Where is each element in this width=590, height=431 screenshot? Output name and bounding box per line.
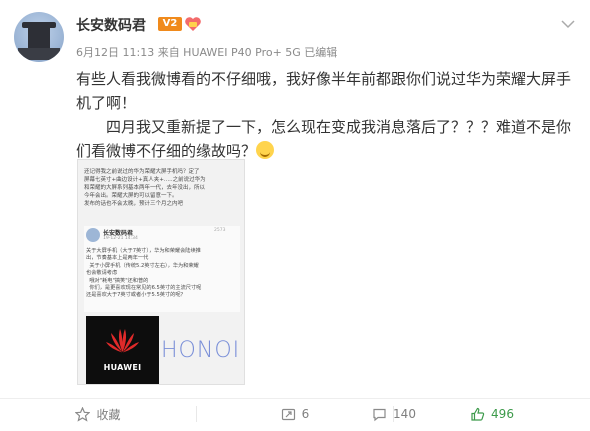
comment-icon — [373, 408, 386, 421]
honor-wordmark: HONOI — [161, 338, 241, 363]
post-meta: 6月12日 11:13 来自 HUAWEI P40 Pro+ 5G 已编辑 — [76, 46, 338, 59]
embedded-stat: 2573 — [214, 228, 226, 233]
like-button[interactable]: 496 — [394, 400, 590, 428]
post-paragraph-2: 四月我又重新提了一下，怎么现在变成我消息落后了？？？难道不是你们看微博不仔细的缘… — [76, 115, 576, 163]
repost-icon — [281, 408, 295, 420]
star-icon — [75, 406, 91, 422]
embedded-top-text: 还记得我之前说过的华为荣耀大屏手机吗？定了 屏幕七英寸+曲边设计+真人夹+...… — [84, 169, 206, 207]
shy-face-emoji-icon — [256, 141, 275, 159]
embedded-avatar — [86, 228, 100, 242]
thumbs-up-icon — [471, 407, 485, 421]
level-badge: V2 — [158, 17, 182, 31]
post-paragraph-1: 有些人看我微博看的不仔细哦，我好像半年前都跟你们说过华为荣耀大屏手机了啊！ — [76, 70, 572, 112]
huawei-logo-panel: HUAWEI — [86, 316, 159, 384]
huawei-wordmark: HUAWEI — [103, 363, 142, 372]
avatar[interactable] — [14, 12, 64, 62]
honor-logo-panel: HONOI — [159, 316, 244, 384]
username[interactable]: 长安数码君 — [76, 15, 146, 35]
action-bar-divider — [0, 398, 590, 399]
huawei-flower-logo-icon — [106, 329, 139, 353]
embedded-date: 19-12-21 14:34 — [103, 236, 138, 241]
bell-tower-image — [18, 22, 60, 60]
post-image[interactable]: 还记得我之前说过的华为荣耀大屏手机吗？定了 屏幕七英寸+曲边设计+真人夹+...… — [77, 159, 245, 385]
favorite-button[interactable]: 收藏 — [0, 400, 196, 428]
embedded-quoted-post: 长安数码君 19-12-21 14:34 2573 关于大屏手机（大于7英寸），… — [84, 226, 240, 312]
favorite-label: 收藏 — [96, 407, 121, 422]
chevron-down-icon[interactable] — [560, 18, 576, 30]
fan-badge-icon — [185, 17, 201, 31]
post-paragraph-2-text: 四月我又重新提了一下，怎么现在变成我消息落后了？？？难道不是你们看微博不仔细的缘… — [76, 118, 572, 160]
like-count: 496 — [491, 407, 514, 421]
post-text: 有些人看我微博看的不仔细哦，我好像半年前都跟你们说过华为荣耀大屏手机了啊！ 四月… — [76, 67, 576, 163]
embedded-body-text: 关于大屏手机（大于7英寸），华为和荣耀会陆续推 出，节奏基本上是两年一代 关于小… — [86, 248, 202, 299]
